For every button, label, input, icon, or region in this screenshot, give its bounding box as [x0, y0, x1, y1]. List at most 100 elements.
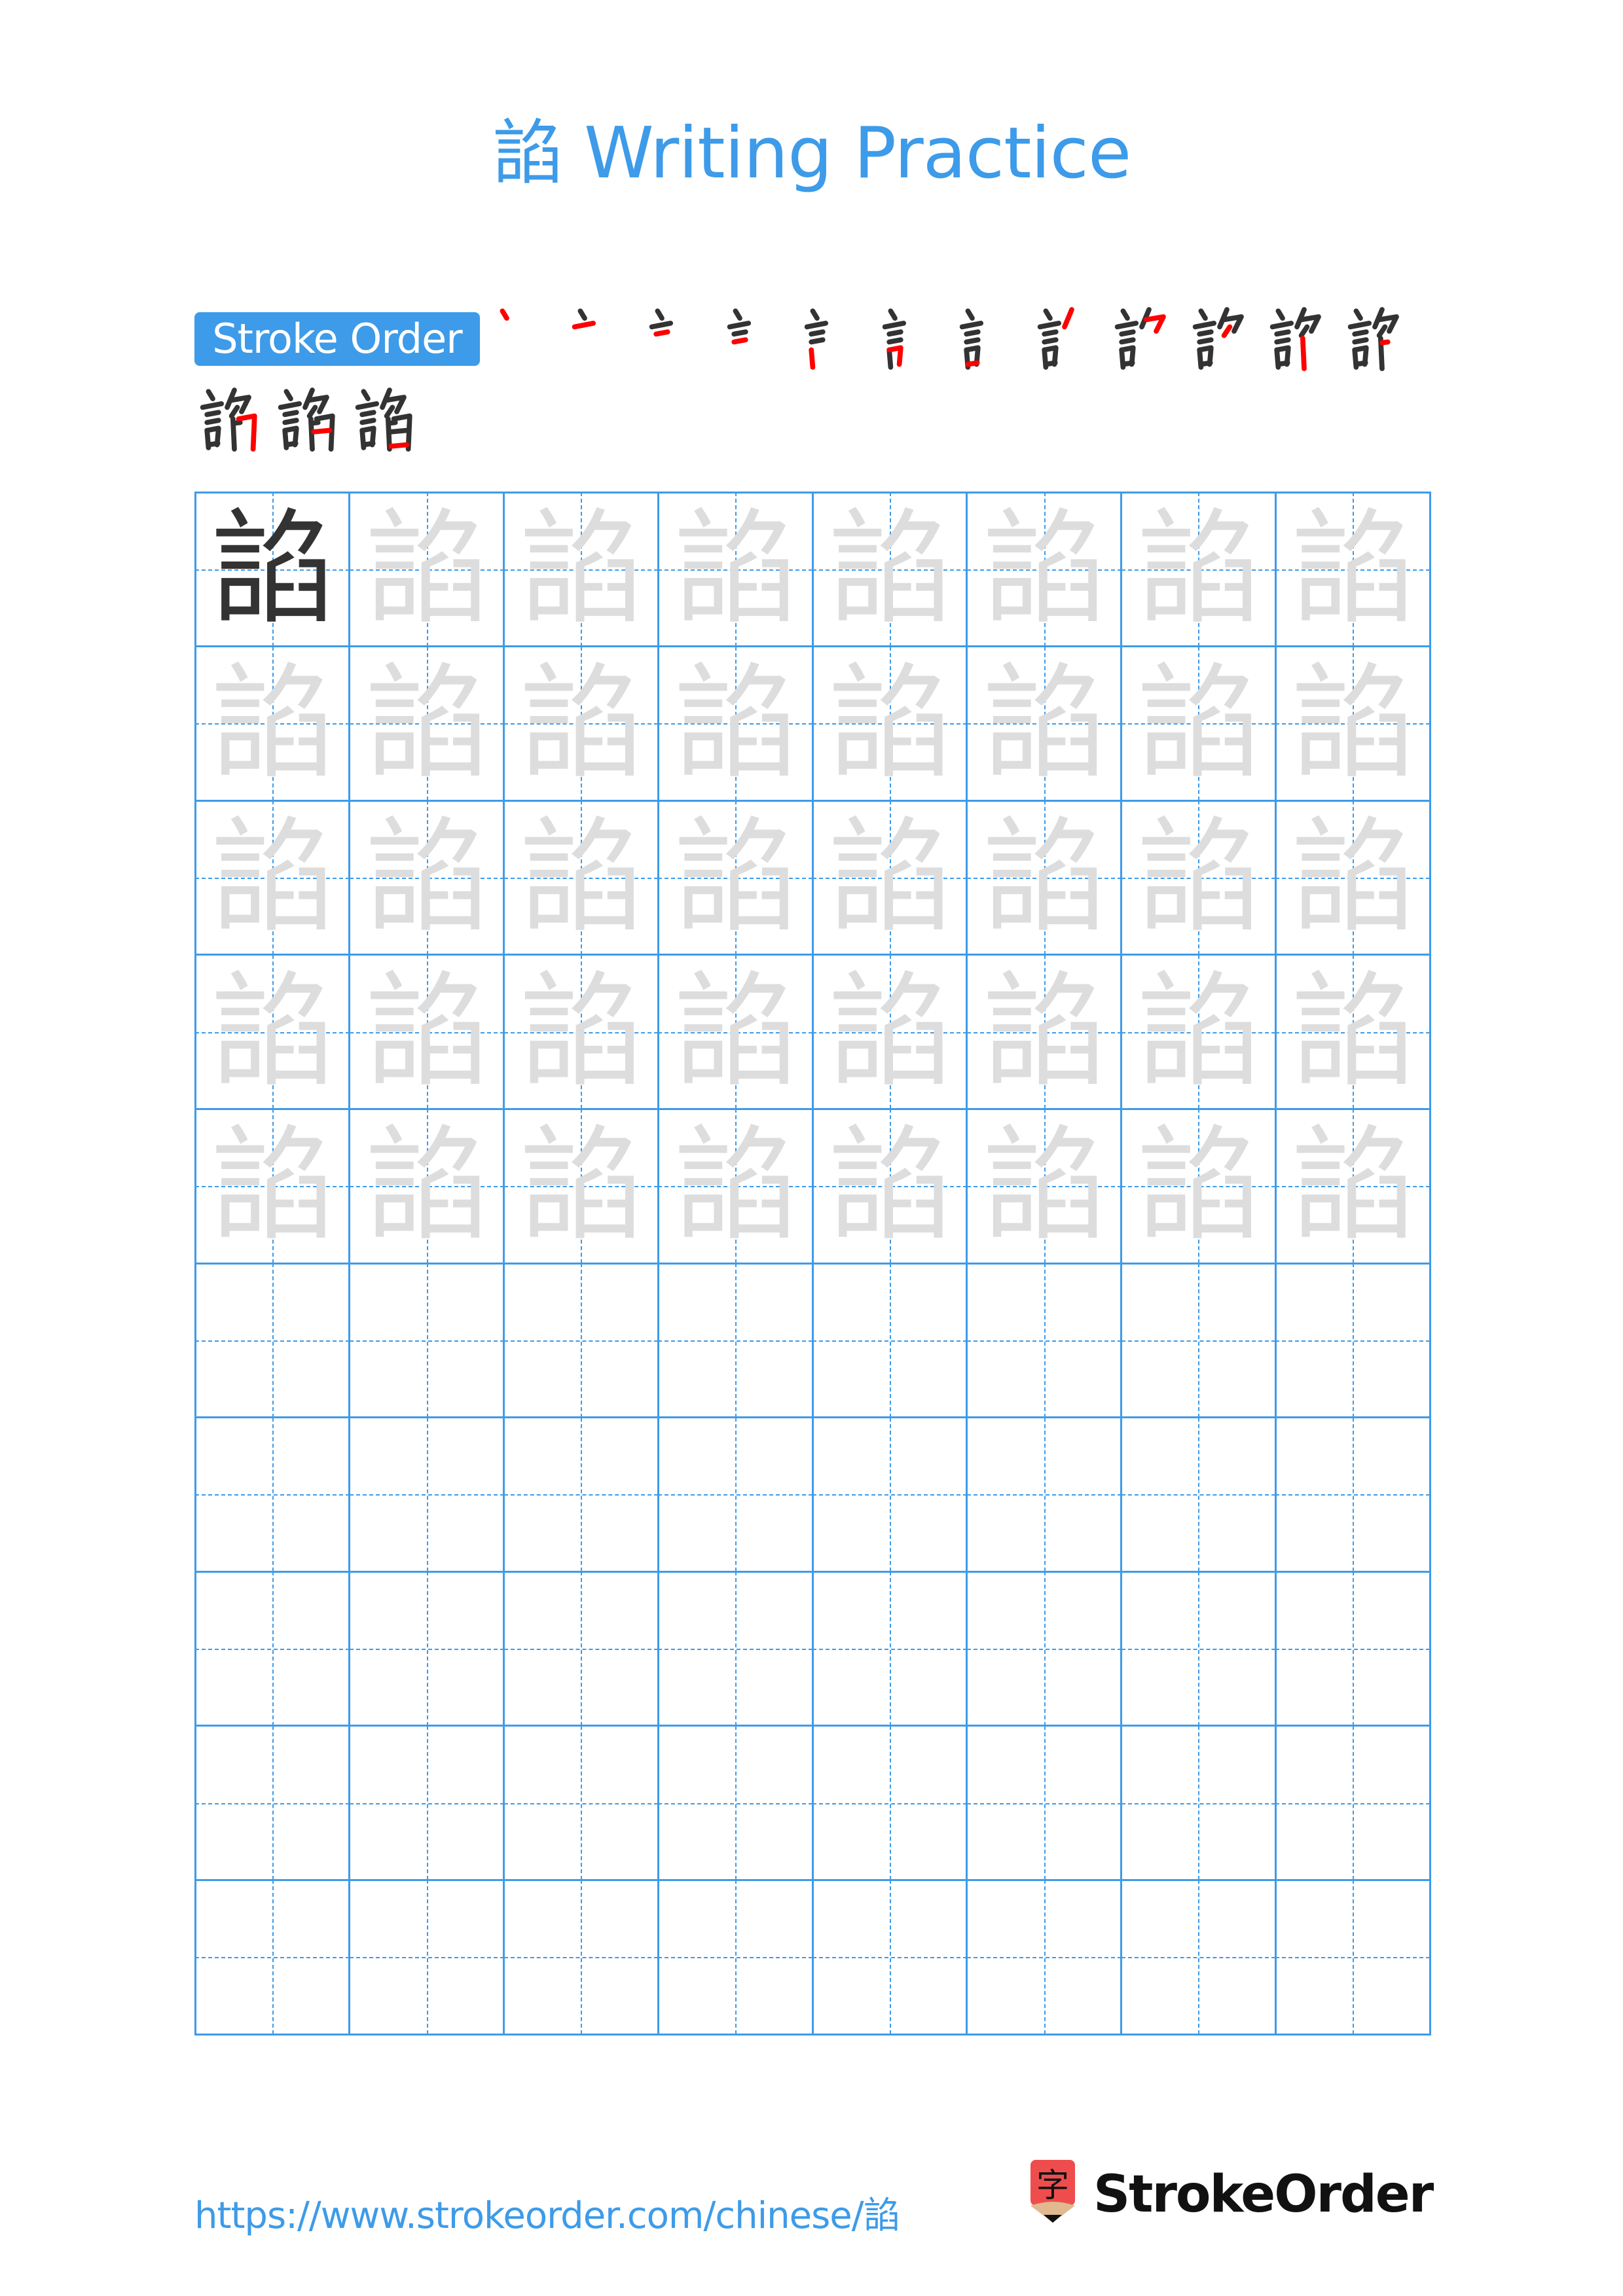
practice-cell[interactable] [812, 1571, 967, 1726]
practice-cell[interactable] [195, 1725, 350, 1880]
practice-cell[interactable] [349, 1725, 504, 1880]
guide-line-horizontal [349, 1803, 504, 1804]
practice-cell[interactable] [1275, 1880, 1430, 2034]
practice-cell[interactable]: 諂 [349, 1109, 504, 1263]
practice-cell[interactable]: 諂 [1121, 800, 1276, 955]
practice-cell[interactable]: 諂 [503, 646, 659, 801]
practice-cell[interactable]: 諂 [812, 800, 967, 955]
previous-stroke [886, 329, 903, 337]
practice-cell[interactable] [503, 1417, 659, 1572]
previous-stroke [1198, 360, 1213, 367]
practice-cell[interactable]: 諂 [503, 1109, 659, 1263]
practice-cell[interactable]: 諂 [349, 646, 504, 801]
practice-cell[interactable]: 諂 [195, 1109, 350, 1263]
practice-cell[interactable]: 諂 [658, 646, 812, 801]
practice-cell[interactable] [503, 1725, 659, 1880]
practice-cell[interactable]: 諂 [195, 492, 350, 647]
practice-cell[interactable]: 諂 [1275, 646, 1430, 801]
practice-cell[interactable]: 諂 [658, 1109, 812, 1263]
practice-cell[interactable]: 諂 [966, 492, 1122, 647]
guide-line-horizontal [1121, 1957, 1276, 1959]
practice-cell[interactable]: 諂 [658, 954, 812, 1109]
practice-cell[interactable] [195, 1417, 350, 1572]
previous-stroke [1275, 360, 1290, 367]
practice-cell[interactable] [1121, 1571, 1276, 1726]
practice-cell[interactable] [503, 1571, 659, 1726]
practice-cell[interactable] [1275, 1571, 1430, 1726]
practice-cell[interactable] [812, 1880, 967, 2034]
practice-cell[interactable]: 諂 [966, 646, 1122, 801]
practice-cell[interactable] [812, 1263, 967, 1418]
trace-character: 諂 [827, 651, 952, 796]
practice-cell[interactable] [658, 1880, 812, 2034]
stroke-step-8 [1036, 302, 1108, 374]
practice-cell[interactable]: 諂 [503, 492, 659, 647]
practice-cell[interactable] [1275, 1725, 1430, 1880]
practice-cell[interactable] [966, 1263, 1122, 1418]
practice-cell[interactable] [1121, 1725, 1276, 1880]
practice-cell[interactable] [658, 1263, 812, 1418]
practice-cell[interactable] [658, 1725, 812, 1880]
practice-cell[interactable]: 諂 [1275, 492, 1430, 647]
guide-line-horizontal [503, 1803, 659, 1804]
practice-cell[interactable] [1121, 1263, 1276, 1418]
practice-cell[interactable]: 諂 [966, 1109, 1122, 1263]
practice-cell[interactable]: 諂 [349, 954, 504, 1109]
practice-cell[interactable]: 諂 [812, 1109, 967, 1263]
practice-cell[interactable] [195, 1263, 350, 1418]
practice-cell[interactable]: 諂 [1121, 1109, 1276, 1263]
practice-cell[interactable] [812, 1417, 967, 1572]
practice-cell[interactable]: 諂 [966, 800, 1122, 955]
trace-character: 諂 [364, 651, 489, 796]
practice-cell[interactable]: 諂 [812, 954, 967, 1109]
practice-cell[interactable]: 諂 [658, 800, 812, 955]
previous-stroke [1119, 329, 1136, 337]
practice-cell[interactable] [1275, 1263, 1430, 1418]
practice-cell[interactable]: 諂 [503, 954, 659, 1109]
practice-cell[interactable]: 諂 [195, 954, 350, 1109]
practice-cell[interactable] [966, 1880, 1122, 2034]
practice-cell[interactable]: 諂 [1275, 800, 1430, 955]
practice-cell[interactable] [503, 1880, 659, 2034]
guide-line-horizontal [1275, 1957, 1430, 1959]
practice-cell[interactable]: 諂 [1121, 954, 1276, 1109]
practice-cell[interactable] [812, 1725, 967, 1880]
practice-cell[interactable] [658, 1417, 812, 1572]
previous-stroke [577, 308, 587, 321]
practice-cell[interactable] [195, 1571, 350, 1726]
practice-cell[interactable] [966, 1725, 1122, 1880]
stroke-step-5 [803, 302, 875, 374]
practice-cell[interactable]: 諂 [503, 800, 659, 955]
practice-cell[interactable] [349, 1417, 504, 1572]
practice-cell[interactable]: 諂 [349, 492, 504, 647]
previous-stroke [804, 321, 829, 330]
trace-character: 諂 [1136, 497, 1261, 641]
practice-cell[interactable] [1121, 1880, 1276, 2034]
practice-cell[interactable] [966, 1571, 1122, 1726]
practice-cell[interactable] [195, 1880, 350, 2034]
practice-cell[interactable] [966, 1417, 1122, 1572]
practice-cell[interactable]: 諂 [195, 646, 350, 801]
practice-cell[interactable] [658, 1571, 812, 1726]
practice-cell[interactable]: 諂 [812, 646, 967, 801]
practice-cell[interactable]: 諂 [349, 800, 504, 955]
practice-cell[interactable]: 諂 [812, 492, 967, 647]
practice-cell[interactable]: 諂 [658, 492, 812, 647]
practice-cell[interactable]: 諂 [1121, 492, 1276, 647]
practice-cell[interactable] [1275, 1417, 1430, 1572]
guide-line-horizontal [1275, 1648, 1430, 1650]
practice-cell[interactable] [503, 1263, 659, 1418]
practice-cell[interactable]: 諂 [1275, 1109, 1430, 1263]
practice-cell[interactable]: 諂 [966, 954, 1122, 1109]
practice-cell[interactable] [349, 1571, 504, 1726]
practice-cell[interactable] [1121, 1417, 1276, 1572]
practice-cell[interactable] [349, 1880, 504, 2034]
footer-url-link[interactable]: https://www.strokeorder.com/chinese/諂 [194, 2186, 900, 2239]
guide-line-horizontal [1275, 1494, 1430, 1496]
guide-line-horizontal [658, 1803, 812, 1804]
practice-cell[interactable] [349, 1263, 504, 1418]
practice-cell[interactable]: 諂 [1121, 646, 1276, 801]
practice-cell[interactable]: 諂 [1275, 954, 1430, 1109]
practice-cell[interactable]: 諂 [195, 800, 350, 955]
guide-line-horizontal [1121, 1803, 1276, 1804]
